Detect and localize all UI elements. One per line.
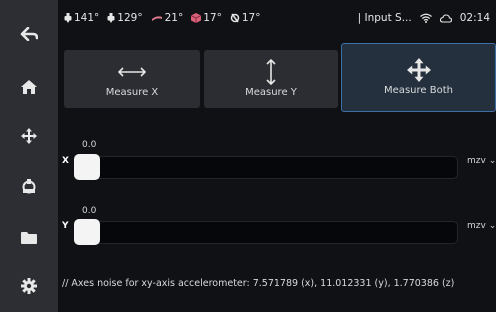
- gear-icon: [21, 278, 37, 294]
- accelerometer-noise-text: // Axes noise for xy-axis accelerometer:…: [62, 278, 455, 289]
- chevron-down-icon: ⌄: [488, 156, 496, 166]
- move-arrows-icon: [406, 58, 431, 82]
- bed-temp[interactable]: 21°: [151, 12, 184, 24]
- measure-both-label: Measure Both: [384, 85, 453, 96]
- bed-temp-icon: [151, 16, 162, 21]
- x-axis-shaper-value: mzv: [467, 156, 486, 166]
- input-shaper-label[interactable]: | Input S...: [358, 12, 412, 24]
- extruder-temp-icon: [64, 13, 72, 23]
- extruder-icon: [22, 179, 36, 194]
- back-button[interactable]: [0, 14, 58, 54]
- status-right: | Input S... 02:14: [358, 12, 490, 24]
- chamber-temp-value: 17°: [203, 12, 222, 24]
- extruder-button[interactable]: [0, 166, 58, 206]
- temperature-list: 141° 129° 21° 17° 17°: [64, 12, 260, 24]
- mcu-temp-icon: [230, 13, 240, 23]
- chamber-temp-icon: [191, 13, 202, 23]
- extruder-temp-icon: [107, 13, 115, 23]
- extruder-temp-value: 141°: [74, 12, 100, 24]
- x-axis-slider[interactable]: [74, 156, 458, 179]
- extruder-temp[interactable]: 129°: [107, 12, 143, 24]
- files-button[interactable]: [0, 217, 58, 257]
- wifi-icon: [419, 13, 432, 23]
- y-axis-slider-thumb[interactable]: [74, 219, 100, 245]
- cloud-icon: [439, 13, 452, 23]
- bed-temp-value: 21°: [164, 12, 184, 24]
- x-axis-label: X: [62, 156, 69, 166]
- move-button[interactable]: [0, 116, 58, 156]
- extruder-temp[interactable]: 141°: [64, 12, 99, 24]
- horizontal-arrow-icon: [118, 66, 146, 77]
- settings-button[interactable]: [0, 266, 58, 306]
- extruder-temp-value: 129°: [117, 12, 143, 24]
- mcu-temp-value: 17°: [241, 12, 261, 24]
- chevron-down-icon: ⌄: [488, 221, 496, 231]
- back-arrow-icon: [20, 27, 38, 41]
- home-button[interactable]: [0, 67, 58, 107]
- measure-y-label: Measure Y: [245, 86, 297, 98]
- y-axis-shaper-select[interactable]: mzv ⌄: [467, 221, 496, 231]
- y-axis-value: 0.0: [82, 206, 97, 216]
- measure-x-label: Measure X: [105, 86, 159, 98]
- x-axis-slider-thumb[interactable]: [74, 154, 100, 180]
- measure-x-button[interactable]: Measure X: [64, 50, 200, 108]
- measure-both-button[interactable]: Measure Both: [341, 43, 496, 112]
- sidebar: [0, 0, 58, 312]
- measure-y-button[interactable]: Measure Y: [204, 50, 338, 108]
- clock-time: 02:14: [459, 12, 490, 24]
- x-axis-shaper-select[interactable]: mzv ⌄: [467, 156, 496, 166]
- vertical-arrow-icon: [266, 58, 276, 85]
- status-bar: 141° 129° 21° 17° 17° | Input S... 02:14: [58, 0, 496, 40]
- x-axis-value: 0.0: [82, 140, 97, 150]
- mcu-temp[interactable]: 17°: [230, 12, 261, 24]
- home-icon: [21, 80, 37, 94]
- y-axis-label: Y: [62, 221, 69, 231]
- chamber-temp[interactable]: 17°: [191, 12, 222, 24]
- move-icon: [21, 128, 37, 144]
- folder-icon: [21, 231, 37, 244]
- y-axis-slider[interactable]: [74, 221, 458, 244]
- y-axis-shaper-value: mzv: [467, 221, 486, 231]
